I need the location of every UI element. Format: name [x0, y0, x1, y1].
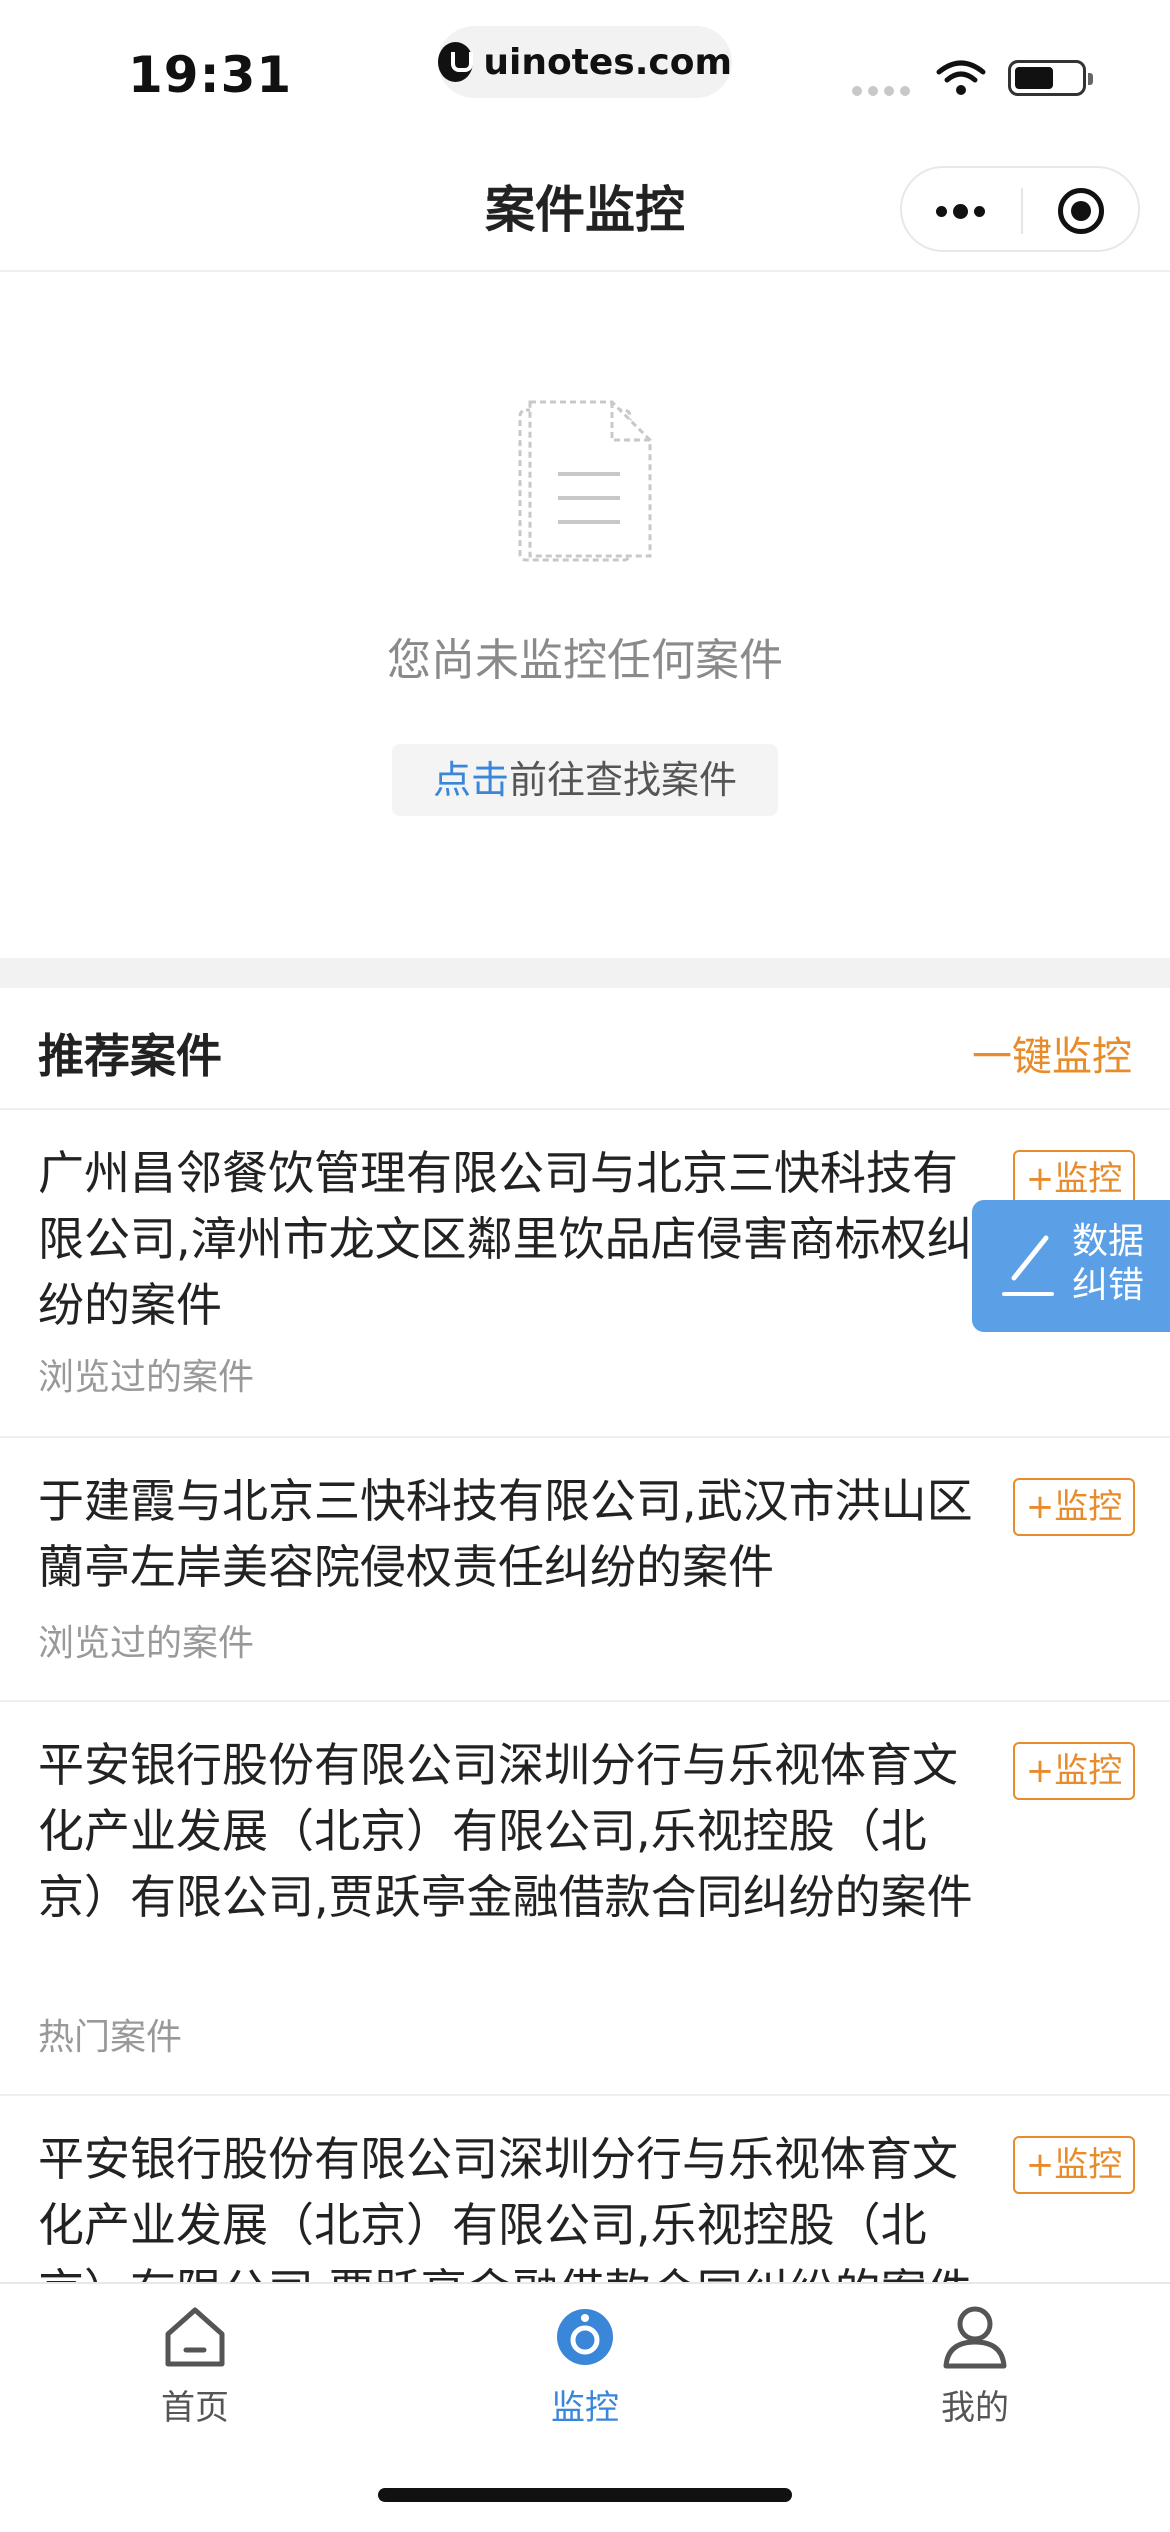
one-click-monitor-button[interactable]: 一键监控: [972, 1024, 1132, 1082]
status-time: 19:31: [128, 46, 293, 104]
find-cases-button[interactable]: 点击前往查找案件: [392, 744, 778, 816]
data-correction-line2: 纠错: [1072, 1265, 1145, 1306]
recommended-title: 推荐案件: [38, 1029, 222, 1083]
user-icon: [943, 2306, 1007, 2369]
monitor-camera-icon: [557, 2309, 613, 2365]
data-correction-button[interactable]: 数据 纠错: [972, 1200, 1170, 1332]
close-miniprogram-icon[interactable]: [1058, 188, 1104, 234]
data-correction-line1: 数据: [1072, 1221, 1145, 1262]
tab-mine[interactable]: 我的: [875, 2304, 1075, 2429]
case-tag: 浏览过的案件: [38, 1623, 255, 1664]
data-correction-label: 数据 纠错: [1072, 1220, 1160, 1308]
empty-document-icon: [518, 400, 652, 562]
edit-pen-icon: [1002, 1235, 1054, 1296]
case-item[interactable]: 平安银行股份有限公司深圳分行与乐视体育文化产业发展（北京）有限公司,乐视控股（北…: [0, 1702, 1170, 2096]
cellular-signal-icon: [852, 86, 910, 96]
case-title[interactable]: 平安银行股份有限公司深圳分行与乐视体育文化产业发展（北京）有限公司,乐视控股（北…: [38, 1732, 978, 1930]
add-monitor-button[interactable]: +监控: [1013, 1742, 1135, 1800]
site-logo-icon: [438, 42, 474, 82]
section-divider: [0, 958, 1170, 988]
add-monitor-button[interactable]: +监控: [1013, 2136, 1135, 2194]
find-cases-link[interactable]: 点击: [433, 758, 509, 802]
case-item[interactable]: 于建霞与北京三快科技有限公司,武汉市洪山区蘭亭左岸美容院侵权责任纠纷的案件 浏览…: [0, 1438, 1170, 1702]
home-icon: [165, 2307, 225, 2367]
url-text: uinotes.com: [483, 41, 732, 83]
case-title[interactable]: 广州昌邻餐饮管理有限公司与北京三快科技有限公司,漳州市龙文区鄰里饮品店侵害商标权…: [38, 1140, 978, 1338]
add-monitor-button[interactable]: +监控: [1013, 1478, 1135, 1536]
tab-home-label: 首页: [161, 2388, 229, 2428]
case-title[interactable]: 平安银行股份有限公司深圳分行与乐视体育文化产业发展（北京）有限公司,乐视控股（北…: [38, 2126, 978, 2286]
status-bar: 19:31 uinotes.com: [0, 0, 1170, 140]
battery-icon: [1008, 60, 1093, 96]
case-tag: 浏览过的案件: [38, 1357, 255, 1398]
wifi-icon: [936, 60, 986, 95]
url-pill: uinotes.com: [438, 26, 732, 98]
case-item[interactable]: 平安银行股份有限公司深圳分行与乐视体育文化产业发展（北京）有限公司,乐视控股（北…: [0, 2096, 1170, 2286]
home-indicator[interactable]: [378, 2488, 792, 2502]
more-options-icon[interactable]: [936, 204, 985, 219]
tab-monitor-label: 监控: [551, 2388, 619, 2428]
empty-state-message: 您尚未监控任何案件: [387, 635, 783, 686]
tab-home[interactable]: 首页: [95, 2304, 295, 2429]
capsule-divider: [1021, 188, 1023, 234]
tab-mine-label: 我的: [941, 2388, 1009, 2428]
miniprogram-capsule: [900, 166, 1140, 252]
case-tag: 热门案件: [38, 2017, 183, 2058]
nav-divider: [0, 270, 1170, 272]
find-cases-label: 前往查找案件: [509, 758, 738, 802]
case-title[interactable]: 于建霞与北京三快科技有限公司,武汉市洪山区蘭亭左岸美容院侵权责任纠纷的案件: [38, 1468, 978, 1600]
tab-monitor[interactable]: 监控: [485, 2304, 685, 2429]
